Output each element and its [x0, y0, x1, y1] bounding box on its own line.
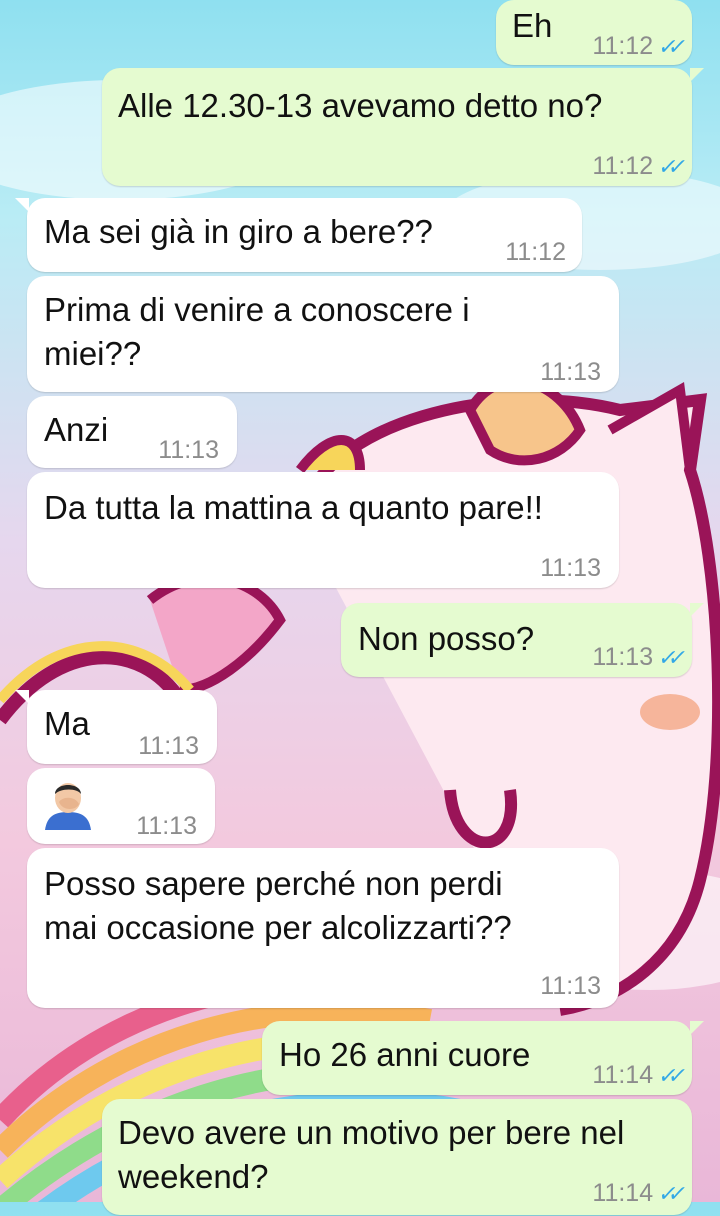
chat-thread: Eh 11:12 ✓✓ Alle 12.30-13 avevamo detto n… — [0, 0, 720, 1215]
message-text: Non posso? — [358, 620, 535, 657]
read-ticks-icon: ✓✓ — [656, 1181, 681, 1206]
read-ticks-icon: ✓✓ — [656, 1063, 681, 1088]
message-time: 11:12 — [592, 152, 654, 180]
read-ticks-icon: ✓✓ — [656, 645, 681, 670]
message-text: Prima di venire a conoscere i miei?? — [44, 291, 470, 372]
message-incoming[interactable]: 11:13 — [27, 768, 215, 844]
message-outgoing[interactable]: Ho 26 anni cuore 11:14 ✓✓ — [262, 1021, 704, 1098]
message-outgoing[interactable]: Alle 12.30-13 avevamo detto no? 11:12 ✓✓ — [102, 68, 704, 189]
message-text: Eh — [512, 7, 553, 44]
message-incoming[interactable]: Da tutta la mattina a quanto pare!! 11:1… — [27, 472, 619, 588]
message-incoming[interactable]: Prima di venire a conoscere i miei?? 11:… — [27, 276, 619, 392]
message-text: Da tutta la mattina a quanto pare!! — [44, 489, 543, 526]
message-time: 11:13 — [592, 643, 654, 671]
message-outgoing[interactable]: Non posso? 11:13 ✓✓ — [341, 603, 704, 680]
read-ticks-icon: ✓✓ — [656, 34, 681, 59]
message-text: Ho 26 anni cuore — [279, 1036, 531, 1073]
message-time: 11:14 — [592, 1179, 654, 1207]
bubble-tail — [15, 198, 29, 212]
message-time: 11:13 — [136, 812, 197, 840]
message-text: Anzi — [44, 411, 109, 448]
message-incoming[interactable]: Anzi 11:13 — [27, 396, 237, 468]
bubble-tail — [690, 1021, 704, 1035]
message-incoming[interactable]: Ma 11:13 — [15, 690, 217, 764]
message-time: 11:12 — [505, 238, 566, 266]
message-meta: 11:12 ✓✓ — [592, 24, 680, 69]
message-incoming[interactable]: Ma sei già in giro a bere?? 11:12 — [15, 198, 582, 272]
message-meta: 11:14 ✓✓ — [592, 1171, 680, 1216]
message-meta: 11:12 ✓✓ — [592, 144, 680, 189]
bubble-tail — [690, 68, 704, 82]
message-outgoing[interactable]: Devo avere un motivo per bere nel weeken… — [102, 1099, 692, 1215]
message-text: Devo avere un motivo per bere nel weeken… — [118, 1114, 625, 1195]
message-time: 11:14 — [592, 1061, 654, 1089]
message-time: 11:13 — [540, 554, 601, 582]
message-text: Ma — [44, 705, 90, 742]
bubble-tail — [690, 603, 704, 617]
message-outgoing[interactable]: Eh 11:12 ✓✓ — [496, 0, 692, 65]
message-time: 11:13 — [540, 972, 601, 1000]
bubble-tail — [15, 690, 29, 704]
message-time: 11:12 — [592, 32, 654, 60]
message-text: Posso sapere perché non perdi mai occasi… — [44, 865, 512, 946]
message-meta: 11:14 ✓✓ — [592, 1053, 680, 1098]
message-meta: 11:13 ✓✓ — [592, 635, 680, 680]
message-incoming[interactable]: Posso sapere perché non perdi mai occasi… — [27, 848, 619, 1008]
read-ticks-icon: ✓✓ — [656, 154, 681, 179]
message-text: Ma sei già in giro a bere?? — [44, 213, 433, 250]
man-facepalming-icon — [45, 783, 91, 830]
message-text: Alle 12.30-13 avevamo detto no? — [118, 87, 603, 124]
message-time: 11:13 — [158, 436, 219, 464]
message-time: 11:13 — [138, 732, 199, 760]
message-time: 11:13 — [540, 358, 601, 386]
